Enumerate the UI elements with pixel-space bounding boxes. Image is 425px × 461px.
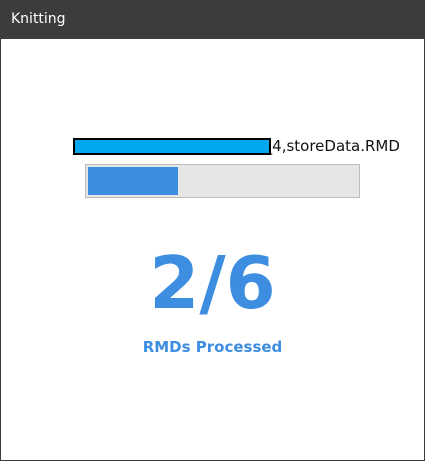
progress-bar <box>85 164 360 198</box>
processed-label: RMDs Processed <box>142 338 283 356</box>
progress-fill <box>88 167 178 195</box>
current-file: Angela_Antwi_Homework_4,storeData.RMD <box>1 137 424 155</box>
redaction-box <box>73 138 272 155</box>
window-title: Knitting <box>11 11 66 27</box>
knitting-window: Knitting Angela_Antwi_Homework_4,storeDa… <box>0 0 425 461</box>
processed-count: 2/6 <box>149 241 276 325</box>
title-bar[interactable]: Knitting <box>1 1 424 39</box>
